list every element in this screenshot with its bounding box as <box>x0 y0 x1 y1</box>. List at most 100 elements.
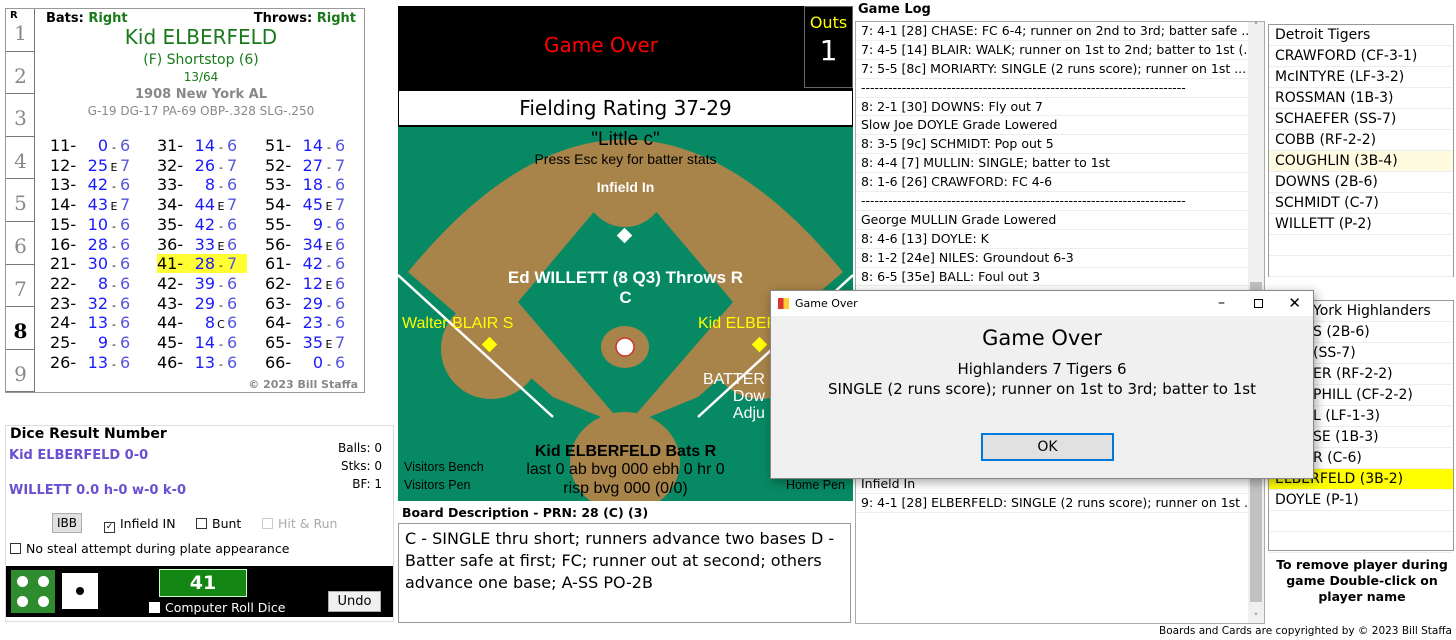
roster-player[interactable]: DOYLE (P-1) <box>1269 490 1453 511</box>
pitcher-label: Ed WILLETT (8 Q3) Throws R <box>507 268 744 287</box>
card-result-24: 24- 13-6 <box>50 313 130 332</box>
computer-roll-checkbox[interactable]: Computer Roll Dice <box>149 600 285 615</box>
roster-player[interactable]: CRAWFORD (CF-3-1) <box>1269 46 1453 67</box>
die-two-one[interactable] <box>62 573 98 609</box>
log-entry[interactable]: 9: 4-1 [28] ELBERFELD: SINGLE (2 runs sc… <box>856 494 1248 514</box>
hit-value: 6 <box>335 136 346 155</box>
roster-player[interactable]: WILLETT (P-2) <box>1269 214 1453 235</box>
result-mark: E <box>325 239 333 253</box>
result-value: 39 <box>194 273 215 293</box>
roll-number: 36- <box>157 234 184 254</box>
result-mark: E <box>217 200 225 214</box>
close-icon[interactable]: ✕ <box>1288 291 1301 316</box>
hit-value: 6 <box>335 175 346 195</box>
maximize-icon[interactable] <box>1254 299 1263 308</box>
result-value: 12 <box>302 273 323 293</box>
result-mark: - <box>219 278 223 292</box>
log-entry[interactable]: 8: 4-4 [7] MULLIN: SINGLE; batter to 1st <box>856 154 1248 174</box>
player-fraction: 13/64 <box>183 70 219 84</box>
home-pen-link[interactable]: Home Pen <box>786 478 845 492</box>
result-value: 18 <box>302 175 323 195</box>
visitors-bench-link[interactable]: Visitors Bench <box>404 460 484 474</box>
roll-number: 56- <box>265 234 292 254</box>
roster-player[interactable]: ROSSMAN (1B-3) <box>1269 88 1453 109</box>
roster-player[interactable]: McINTYRE (LF-3-2) <box>1269 67 1453 88</box>
log-entry[interactable]: 8: 6-5 [35e] BALL: Foul out 3 <box>856 268 1248 287</box>
roster-player[interactable]: DOWNS (2B-6) <box>1269 172 1453 193</box>
hit-value: 6 <box>335 313 346 333</box>
result-value: 10 <box>87 214 108 234</box>
log-entry[interactable]: 7: 4-1 [28] CHASE: FC 6-4; runner on 2nd… <box>856 22 1248 41</box>
undo-button[interactable]: Undo <box>328 591 381 612</box>
roster-title: Detroit Tigers <box>1269 25 1453 46</box>
hit-value: 6 <box>227 333 238 352</box>
roll-number: 24- <box>50 313 77 333</box>
game-status: Game Over <box>398 6 804 88</box>
roll-number: 61- <box>265 254 292 274</box>
hit-value: 6 <box>120 136 131 155</box>
result-value: 14 <box>194 136 215 155</box>
ibb-button[interactable]: IBB <box>52 513 82 533</box>
card-copyright: © 2023 Bill Staffa <box>248 378 358 391</box>
hit-value: 6 <box>120 175 131 195</box>
roll-number: 65- <box>265 333 292 352</box>
result-value: 25 <box>87 155 108 175</box>
log-entry[interactable]: 7: 5-5 [8c] MORIARTY: SINGLE (2 runs sco… <box>856 60 1248 79</box>
bunt-checkbox[interactable]: Bunt <box>196 516 241 531</box>
hit-value: 7 <box>227 254 238 274</box>
log-entry[interactable]: 8: 1-6 [26] CRAWFORD: FC 4-6 <box>856 173 1248 193</box>
minimize-icon[interactable]: – <box>1218 291 1225 316</box>
checkbox-icon <box>149 602 160 613</box>
no-steal-checkbox[interactable]: No steal attempt during plate appearance <box>10 541 289 556</box>
log-entry[interactable]: 8: 4-6 [13] DOYLE: K <box>856 230 1248 249</box>
roster-player[interactable]: SCHAEFER (SS-7) <box>1269 109 1453 130</box>
ok-button[interactable]: OK <box>981 433 1114 461</box>
roll-number: 26- <box>50 352 77 372</box>
player-name: Kid ELBERFELD <box>124 25 278 49</box>
result-mark: - <box>219 160 223 174</box>
scroll-down-icon[interactable]: ˅ <box>1248 613 1264 623</box>
checkbox-checked-icon: ✓ <box>104 522 115 533</box>
card-result-61: 61- 42-6 <box>265 254 345 273</box>
card-result-13: 13- 42-6 <box>50 175 130 194</box>
card-result-52: 52- 27-7 <box>265 156 345 175</box>
result-mark: - <box>327 219 331 233</box>
log-entry[interactable]: 8: 2-1 [30] DOWNS: Fly out 7 <box>856 98 1248 117</box>
hit-value: 6 <box>227 234 238 254</box>
visitors-pen-link[interactable]: Visitors Pen <box>404 478 470 492</box>
count-display: Balls: 0 Stks: 0 BF: 1 <box>338 439 382 493</box>
log-entry[interactable]: George MULLIN Grade Lowered <box>856 211 1248 230</box>
hit-value: 6 <box>335 254 346 274</box>
result-mark: - <box>327 141 331 154</box>
log-entry[interactable]: ----------------------------------------… <box>856 79 1248 98</box>
roll-number: 34- <box>157 195 184 215</box>
scroll-up-icon[interactable]: ˄ <box>1248 22 1264 32</box>
die-one-four[interactable] <box>11 570 55 613</box>
result-mark: - <box>112 219 116 233</box>
hit-run-checkbox[interactable]: Hit & Run <box>262 516 337 531</box>
third-base-runner-name[interactable]: Walter BLAIR S <box>402 315 513 333</box>
card-result-33: 33- 8-6 <box>157 175 237 194</box>
card-result-65: 65- 35 E 7 <box>265 333 345 352</box>
roster-player[interactable]: COBB (RF-2-2) <box>1269 130 1453 151</box>
baseball-icon <box>615 337 635 357</box>
roster-player[interactable]: COUGHLIN (3B-4) <box>1269 151 1453 172</box>
log-entry[interactable]: 7: 4-5 [14] BLAIR: WALK; runner on 1st t… <box>856 41 1248 60</box>
outs-label: Outs <box>809 13 848 32</box>
hit-value: 7 <box>335 155 346 175</box>
roll-number: 42- <box>157 273 184 293</box>
roll-number: 44- <box>157 313 184 333</box>
log-entry[interactable]: 8: 1-2 [24e] NILES: Groundout 6-3 <box>856 249 1248 268</box>
log-entry[interactable]: Slow Joe DOYLE Grade Lowered <box>856 116 1248 136</box>
checkbox-icon <box>262 518 273 529</box>
dialog-title: Game Over <box>795 297 858 310</box>
log-entry[interactable]: 8: 3-5 [9c] SCHMIDT: Pop out 5 <box>856 135 1248 155</box>
hit-value: 6 <box>335 214 346 234</box>
roster-player[interactable]: SCHMIDT (C-7) <box>1269 193 1453 214</box>
log-entry[interactable]: ----------------------------------------… <box>856 192 1248 211</box>
result-mark: E <box>110 200 118 214</box>
card-result-44: 44- 8 C 6 <box>157 313 237 332</box>
result-mark: C <box>217 318 225 332</box>
infield-in-checkbox[interactable]: ✓ Infield IN <box>104 516 176 533</box>
result-mark: - <box>327 298 331 312</box>
